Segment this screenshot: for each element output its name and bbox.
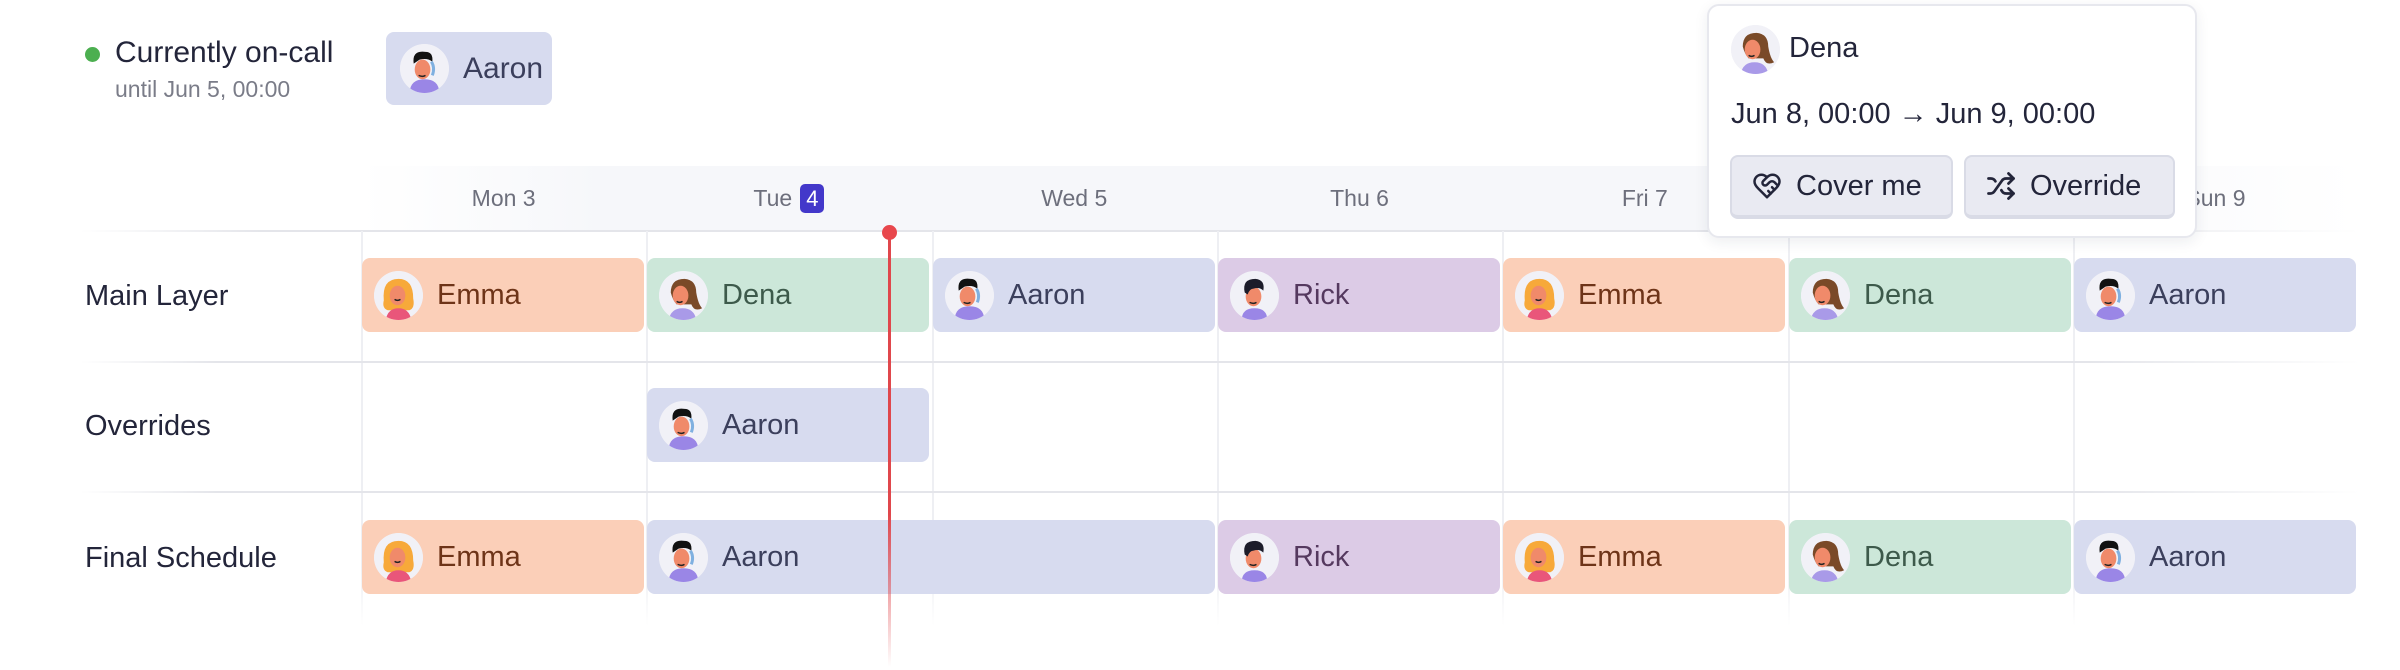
avatar xyxy=(1230,270,1279,320)
shift-person-name: Aaron xyxy=(722,408,800,441)
shift-block-emma[interactable]: Emma xyxy=(1503,258,1785,332)
shift-person-name: Aaron xyxy=(2149,540,2227,573)
avatar xyxy=(1801,270,1850,320)
shift-person-name: Emma xyxy=(437,278,521,311)
today-badge: 4 xyxy=(800,183,825,213)
shift-block-aaron[interactable]: Aaron xyxy=(647,388,929,462)
avatar xyxy=(374,532,423,582)
override-button[interactable]: Override xyxy=(1964,155,2175,219)
shift-person-name: Aaron xyxy=(722,540,800,573)
day-label: Thu 6 xyxy=(1330,184,1389,211)
shift-person-name: Aaron xyxy=(2149,278,2227,311)
day-label: Wed 5 xyxy=(1041,184,1108,211)
day-header-2: Wed 5 xyxy=(932,166,1217,230)
override-label: Override xyxy=(2030,169,2142,202)
avatar xyxy=(659,400,708,450)
row-label-final-schedule: Final Schedule xyxy=(85,541,277,574)
shift-block-aaron[interactable]: Aaron xyxy=(2074,520,2356,594)
shift-person-name: Emma xyxy=(1578,540,1662,573)
shift-block-emma[interactable]: Emma xyxy=(362,258,644,332)
avatar xyxy=(2086,532,2135,582)
cover-me-label: Cover me xyxy=(1796,169,1922,202)
shift-popover: Dena Jun 8, 00:00 → Jun 9, 00:00 Cover m… xyxy=(1707,4,2197,238)
shift-person-name: Rick xyxy=(1293,278,1350,311)
status-indicator-dot xyxy=(85,47,100,62)
heart-handshake-icon xyxy=(1753,173,1781,199)
shift-block-aaron[interactable]: Aaron xyxy=(2074,258,2356,332)
popover-person-name: Dena xyxy=(1789,32,1859,64)
avatar xyxy=(1515,270,1564,320)
day-label: Tue xyxy=(753,184,793,211)
avatar xyxy=(374,270,423,320)
shift-person-name: Emma xyxy=(437,540,521,573)
current-on-call-name: Aaron xyxy=(463,51,544,85)
shift-block-emma[interactable]: Emma xyxy=(362,520,644,594)
day-header-3: Thu 6 xyxy=(1217,166,1502,230)
day-label: Mon 3 xyxy=(471,184,536,211)
avatar xyxy=(2086,270,2135,320)
avatar xyxy=(659,270,708,320)
shift-block-rick[interactable]: Rick xyxy=(1218,520,1500,594)
current-time-dot xyxy=(882,225,897,240)
avatar xyxy=(1515,532,1564,582)
avatar xyxy=(659,532,708,582)
row-label-overrides: Overrides xyxy=(85,409,211,442)
row-label-main-layer: Main Layer xyxy=(85,279,229,312)
day-header-1: Tue 4 xyxy=(646,166,931,230)
status-title: Currently on-call xyxy=(115,36,334,69)
shift-block-dena[interactable]: Dena xyxy=(1789,520,2071,594)
status-until: until Jun 5, 00:00 xyxy=(115,76,291,102)
shift-block-dena[interactable]: Dena xyxy=(647,258,929,332)
shift-block-emma[interactable]: Emma xyxy=(1503,520,1785,594)
shift-person-name: Dena xyxy=(722,278,792,311)
avatar xyxy=(1801,532,1850,582)
shift-block-rick[interactable]: Rick xyxy=(1218,258,1500,332)
popover-shift-range: Jun 8, 00:00 → Jun 9, 00:00 xyxy=(1731,98,2096,130)
row-divider xyxy=(80,491,2360,493)
avatar xyxy=(400,44,449,93)
shift-block-aaron[interactable]: Aaron xyxy=(647,520,1215,594)
current-on-call-chip[interactable]: Aaron xyxy=(386,32,552,105)
shift-block-aaron[interactable]: Aaron xyxy=(933,258,1215,332)
avatar xyxy=(1230,532,1279,582)
row-divider xyxy=(80,361,2360,363)
shift-person-name: Dena xyxy=(1864,540,1934,573)
current-time-line xyxy=(888,231,891,667)
shift-person-name: Aaron xyxy=(1008,278,1086,311)
shift-block-dena[interactable]: Dena xyxy=(1789,258,2071,332)
shift-person-name: Rick xyxy=(1293,540,1350,573)
shift-person-name: Emma xyxy=(1578,278,1662,311)
cover-me-button[interactable]: Cover me xyxy=(1730,155,1953,219)
avatar xyxy=(1731,25,1780,74)
shift-person-name: Dena xyxy=(1864,278,1934,311)
day-label: Fri 7 xyxy=(1621,184,1668,211)
avatar xyxy=(945,270,994,320)
day-header-0: Mon 3 xyxy=(361,166,646,230)
shuffle-icon xyxy=(1987,172,2015,200)
